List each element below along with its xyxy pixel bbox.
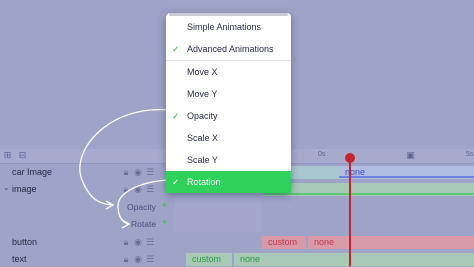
menu-item-label: Simple Animations xyxy=(187,22,262,32)
menu-item-move-y[interactable]: Move Y xyxy=(166,83,291,105)
menu-item-advanced-animations[interactable]: ✓ Advanced Animations xyxy=(166,38,291,60)
menu-item-label: Advanced Animations xyxy=(187,44,274,54)
menu-item-simple-animations[interactable]: Simple Animations xyxy=(166,16,291,38)
menu-item-label: Opacity xyxy=(187,111,218,121)
arrow-to-opacity xyxy=(79,109,169,206)
menu-item-label: Rotation xyxy=(187,177,221,187)
arrow-head xyxy=(121,219,131,229)
checkmark-icon: ✓ xyxy=(172,177,180,187)
checkmark-icon: ✓ xyxy=(172,44,180,54)
menu-item-label: Move Y xyxy=(187,89,218,99)
animation-options-menu: Simple Animations ✓ Advanced Animations … xyxy=(166,13,291,193)
checkmark-icon: ✓ xyxy=(172,111,180,121)
menu-item-scale-y[interactable]: Scale Y xyxy=(166,149,291,171)
menu-item-move-x[interactable]: Move X xyxy=(166,61,291,83)
menu-item-label: Scale X xyxy=(187,133,219,143)
menu-item-rotation[interactable]: ✓ Rotation xyxy=(166,171,291,193)
menu-item-label: Move X xyxy=(187,67,218,77)
menu-item-label: Scale Y xyxy=(187,155,218,165)
arrow-to-rotate xyxy=(117,179,169,225)
menu-item-opacity[interactable]: ✓ Opacity xyxy=(166,105,291,127)
menu-item-scale-x[interactable]: Scale X xyxy=(166,127,291,149)
